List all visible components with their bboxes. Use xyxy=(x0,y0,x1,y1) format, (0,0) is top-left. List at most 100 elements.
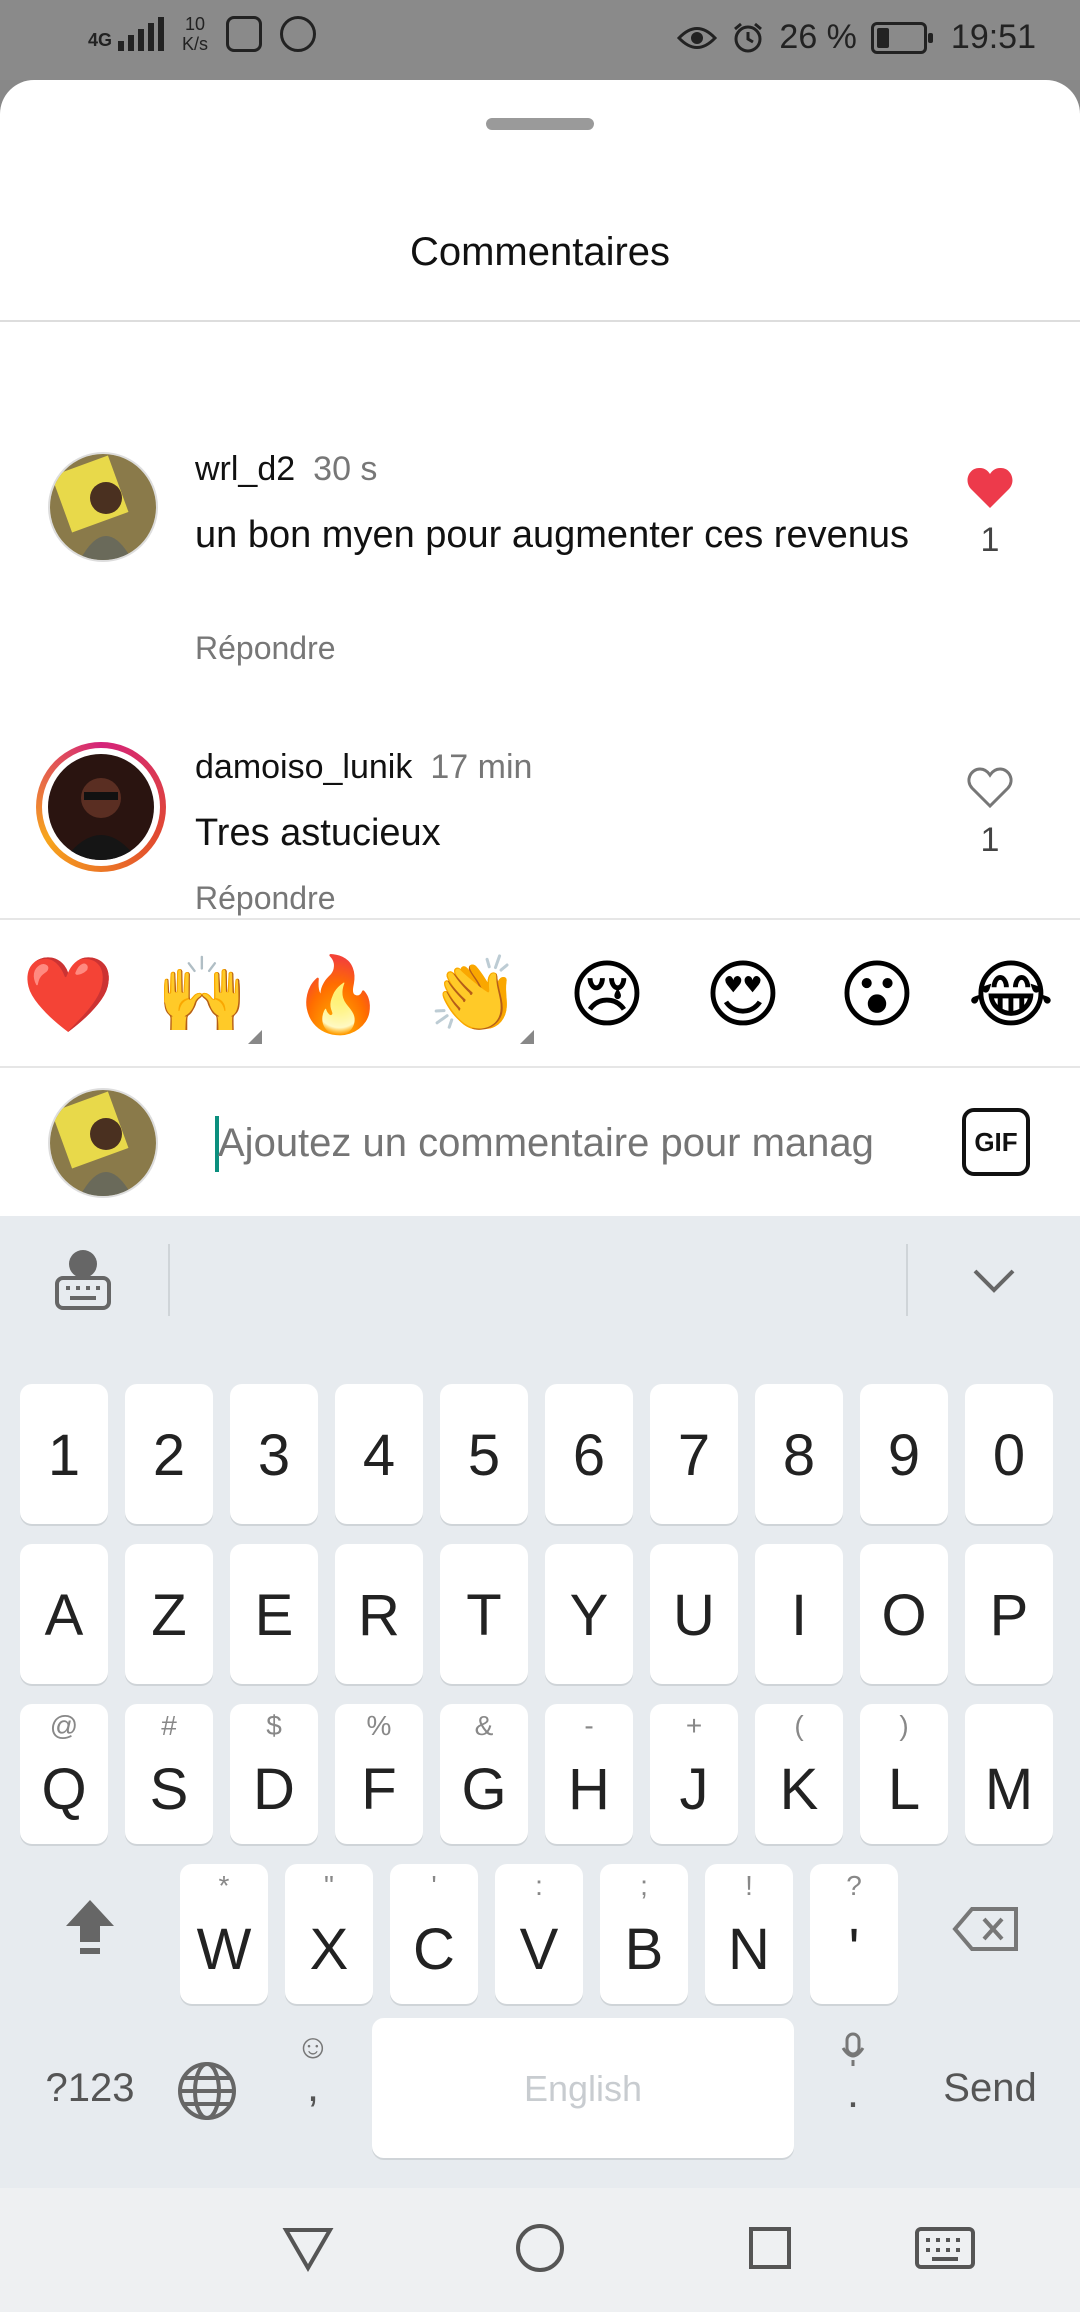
key-w[interactable]: * W xyxy=(180,1864,268,2004)
key-8[interactable]: 8 xyxy=(755,1384,843,1524)
key-l[interactable]: ) L xyxy=(860,1704,948,1844)
key-7[interactable]: 7 xyxy=(650,1384,738,1524)
variant-indicator xyxy=(520,1030,534,1044)
gif-button[interactable]: GIF xyxy=(962,1108,1030,1176)
key-f[interactable]: % F xyxy=(335,1704,423,1844)
keyboard-settings-icon[interactable] xyxy=(54,1248,112,1310)
whatsapp-icon xyxy=(280,16,317,52)
tears-of-joy-emoji[interactable]: 😂 xyxy=(966,950,1056,1040)
key-1[interactable]: 1 xyxy=(20,1384,108,1524)
key-y[interactable]: Y xyxy=(545,1544,633,1684)
shift-key[interactable] xyxy=(60,1896,120,1966)
surprised-face-emoji[interactable]: 😮 xyxy=(832,950,922,1040)
send-key[interactable]: Send xyxy=(920,2066,1060,2111)
comment-text: un bon myen pour augmenter ces revenus xyxy=(195,514,909,556)
comment-item: damoiso_lunik 17 min Tres astucieux Répon… xyxy=(0,660,1080,960)
network-speed: 10 K/s xyxy=(182,14,209,54)
drag-handle[interactable] xyxy=(486,118,594,130)
raising-hands-emoji[interactable]: 🙌 xyxy=(156,950,262,1044)
key-j[interactable]: + J xyxy=(650,1704,738,1844)
key-apostrophe[interactable]: ? ' xyxy=(810,1864,898,2004)
key-5[interactable]: 5 xyxy=(440,1384,528,1524)
avatar-story-ring[interactable] xyxy=(36,742,166,872)
red-heart-emoji[interactable]: ❤️ xyxy=(22,950,114,1040)
key-a[interactable]: A xyxy=(20,1544,108,1684)
backspace-icon xyxy=(952,1907,1018,1951)
key-e[interactable]: E xyxy=(230,1544,318,1684)
key-r[interactable]: R xyxy=(335,1544,423,1684)
heart-filled-icon xyxy=(967,467,1013,508)
key-g[interactable]: & G xyxy=(440,1704,528,1844)
toolbar-divider xyxy=(906,1244,908,1316)
symbols-key[interactable]: ?123 xyxy=(30,2066,150,2111)
key-3[interactable]: 3 xyxy=(230,1384,318,1524)
key-4[interactable]: 4 xyxy=(335,1384,423,1524)
key-z[interactable]: Z xyxy=(125,1544,213,1684)
toolbar-divider xyxy=(168,1244,170,1316)
key-x[interactable]: " X xyxy=(285,1864,373,2004)
comments-sheet: Commentaires wrl_d2 30 s un bon myen pour… xyxy=(0,80,1080,1216)
username[interactable]: damoiso_lunik xyxy=(195,748,412,786)
battery-percent: 26 % xyxy=(779,18,857,56)
back-icon[interactable] xyxy=(282,2224,334,2272)
reply-button[interactable]: Répondre xyxy=(195,880,336,917)
key-b[interactable]: ; B xyxy=(600,1864,688,2004)
comment-input[interactable] xyxy=(218,1108,918,1178)
network-type: 4G xyxy=(88,30,113,50)
like-count: 1 xyxy=(980,821,1000,859)
app-notification-icon xyxy=(226,16,263,52)
key-d[interactable]: $ D xyxy=(230,1704,318,1844)
key-m[interactable]: M xyxy=(965,1704,1053,1844)
key-v[interactable]: :V xyxy=(495,1864,583,2004)
network-indicator: 4G xyxy=(88,17,165,51)
backspace-key[interactable] xyxy=(952,1906,1022,1956)
key-o[interactable]: O xyxy=(860,1544,948,1684)
comma-emoji-key[interactable]: ☺ , xyxy=(286,2028,340,2138)
my-avatar xyxy=(48,1088,158,1198)
key-u[interactable]: U xyxy=(650,1544,738,1684)
period-voice-key[interactable]: . xyxy=(826,2032,880,2142)
signal-icon xyxy=(118,17,165,51)
battery-icon xyxy=(870,21,933,54)
key-c[interactable]: ' C xyxy=(390,1864,478,2004)
key-h[interactable]: -H xyxy=(545,1704,633,1844)
username[interactable]: wrl_d2 xyxy=(195,450,295,488)
sheet-title: Commentaires xyxy=(409,230,671,274)
keyboard-icon[interactable] xyxy=(914,2226,976,2270)
globe-icon[interactable] xyxy=(176,2060,238,2122)
variant-indicator xyxy=(248,1030,262,1044)
fire-emoji[interactable]: 🔥 xyxy=(292,950,384,1040)
crying-face-emoji[interactable]: 😢 xyxy=(562,950,652,1040)
key-p[interactable]: P xyxy=(965,1544,1053,1684)
like-button[interactable]: 1 xyxy=(960,466,1020,560)
space-bar[interactable]: English xyxy=(372,2018,794,2158)
eye-icon xyxy=(677,26,718,49)
key-0[interactable]: 0 xyxy=(965,1384,1053,1524)
comment-composer: GIF xyxy=(0,1064,1080,1216)
recents-icon[interactable] xyxy=(748,2226,792,2270)
heart-eyes-emoji[interactable]: 😍 xyxy=(698,950,788,1040)
like-button[interactable]: 1 xyxy=(960,766,1020,860)
heart-outline-icon xyxy=(967,767,1013,809)
key-t[interactable]: T xyxy=(440,1544,528,1684)
key-q[interactable]: @ Q xyxy=(20,1704,108,1844)
comment-item: wrl_d2 30 s un bon myen pour augmenter ce… xyxy=(0,320,1080,710)
key-i[interactable]: I xyxy=(755,1544,843,1684)
navigation-bar xyxy=(0,2188,1080,2312)
keyboard-toolbar xyxy=(0,1216,1080,1346)
chevron-down-icon[interactable] xyxy=(972,1268,1016,1294)
shift-icon xyxy=(66,1900,114,1954)
key-k[interactable]: (K xyxy=(755,1704,843,1844)
key-n[interactable]: ! N xyxy=(705,1864,793,2004)
key-9[interactable]: 9 xyxy=(860,1384,948,1524)
key-6[interactable]: 6 xyxy=(545,1384,633,1524)
microphone-icon xyxy=(841,2032,865,2066)
clapping-hands-emoji[interactable]: 👏 xyxy=(428,950,534,1044)
key-s[interactable]: # S xyxy=(125,1704,213,1844)
home-icon[interactable] xyxy=(514,2222,566,2274)
avatar[interactable] xyxy=(48,452,158,562)
status-bar: 4G 10 K/s 26 % 19:51 xyxy=(0,0,1080,80)
clock: 19:51 xyxy=(950,18,1036,56)
comment-time: 17 min xyxy=(430,748,533,786)
key-2[interactable]: 2 xyxy=(125,1384,213,1524)
